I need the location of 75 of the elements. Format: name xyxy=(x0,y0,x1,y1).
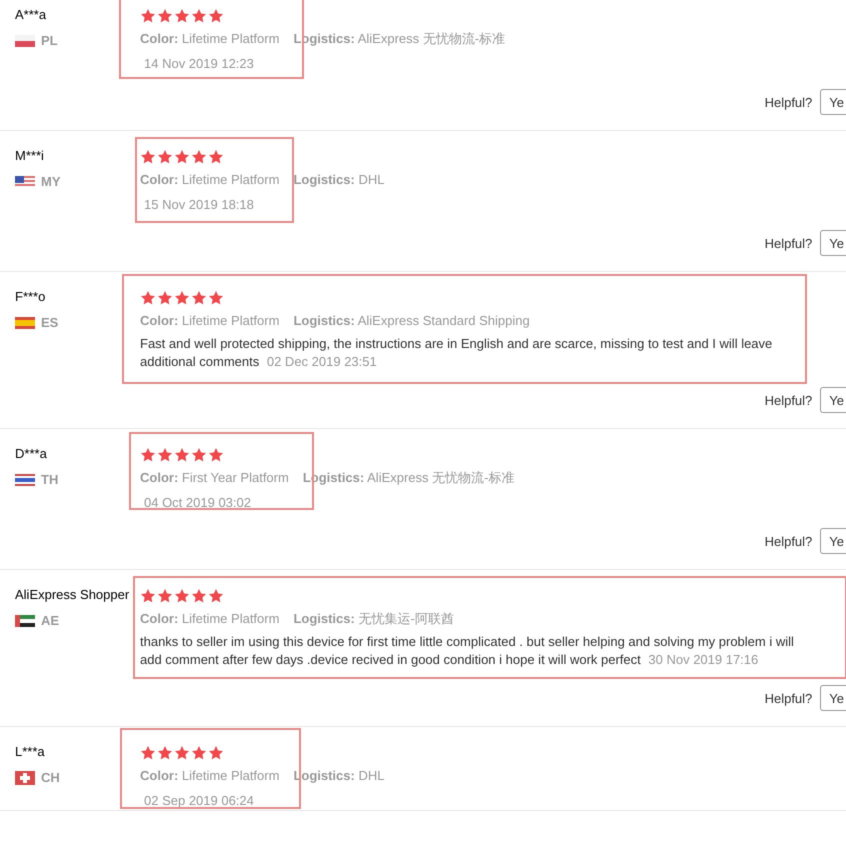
yes-button[interactable]: Ye xyxy=(820,230,846,256)
review-date: 02 Sep 2019 06:24 xyxy=(144,793,254,808)
product-attribute: Color: Lifetime Platform xyxy=(140,312,280,329)
helpful-label: Helpful? xyxy=(764,236,812,250)
star-icon xyxy=(208,8,224,24)
star-icon xyxy=(208,588,224,604)
star-icon xyxy=(140,745,156,761)
helpful-label: Helpful? xyxy=(764,392,812,408)
review-date: 14 Nov 2019 12:23 xyxy=(144,56,254,71)
yes-button[interactable]: Ye xyxy=(820,387,846,413)
review-date: 02 Dec 2019 23:51 xyxy=(266,354,377,369)
star-icon xyxy=(174,588,190,604)
star-icon xyxy=(174,745,190,761)
star-icon xyxy=(208,149,224,165)
helpful-label: Helpful? xyxy=(764,94,812,110)
star-icon xyxy=(140,588,156,604)
review-date: 04 Oct 2019 03:02 xyxy=(144,495,251,510)
star-icon xyxy=(191,8,207,24)
product-attribute: Color: First Year Platform xyxy=(140,469,289,486)
star-icon xyxy=(157,447,173,463)
star-icon xyxy=(157,8,173,24)
helpful-label: Helpful? xyxy=(764,534,812,548)
country-code: CH xyxy=(41,770,60,785)
yes-button[interactable]: Ye xyxy=(820,528,846,554)
flag-icon xyxy=(15,176,35,188)
star-icon xyxy=(174,447,190,463)
star-icon xyxy=(140,447,156,463)
star-icon xyxy=(191,745,207,761)
product-attribute: Logistics: AliExpress Standard Shipping xyxy=(293,312,530,329)
country-code: TH xyxy=(41,472,58,487)
flag-icon xyxy=(15,316,35,328)
product-attribute: Color: Lifetime Platform xyxy=(140,610,280,627)
star-icon xyxy=(191,290,207,306)
country-code: PL xyxy=(41,33,58,48)
reviewer-name: L***a xyxy=(15,743,46,761)
review-date: 15 Nov 2019 18:18 xyxy=(144,197,254,212)
star-icon xyxy=(191,149,207,165)
flag-icon xyxy=(15,770,35,784)
review-text: Fast and well protected shipping, the instructions are in English and are scarce, missing to test and I will leave additional comments 02 Dec 2019 23:51 xyxy=(140,335,774,371)
star-icon xyxy=(174,290,190,306)
star-icon xyxy=(174,8,190,24)
country-code: ES xyxy=(41,315,58,330)
reviewer-name: AliExpress Shopper xyxy=(15,586,130,604)
product-attribute: Logistics: 无忧集运-阿联酋 xyxy=(293,610,454,627)
star-icon xyxy=(140,8,156,24)
yes-button[interactable]: Ye xyxy=(820,685,846,711)
reviewer-name: A***a xyxy=(15,6,48,24)
yes-button[interactable]: Ye xyxy=(820,89,846,115)
star-icon xyxy=(208,745,224,761)
star-icon xyxy=(157,745,173,761)
review-text: thanks to seller im using this device for first time little complicated . but seller helping and solving my problem i will add comment after few days .device recived in good condition i hope it will work perfect 30 Nov 2019 17:16 xyxy=(140,633,795,669)
reviewer-name: F***o xyxy=(15,288,46,306)
star-icon xyxy=(191,588,207,604)
product-attribute: Color: Lifetime Platform xyxy=(140,767,280,784)
star-icon xyxy=(157,149,173,165)
flag-icon xyxy=(15,34,35,46)
flag-icon xyxy=(15,474,35,486)
star-icon xyxy=(140,290,156,306)
country-code: MY xyxy=(41,174,60,189)
star-icon xyxy=(208,447,224,463)
reviewer-name: D***a xyxy=(15,445,48,463)
star-icon xyxy=(191,447,207,463)
helpful-label: Helpful? xyxy=(764,690,812,706)
country-code: AE xyxy=(41,613,60,628)
flag-icon xyxy=(15,614,35,626)
star-icon xyxy=(140,149,156,165)
product-attribute: Color: Lifetime Platform xyxy=(140,30,280,47)
product-attribute: Logistics: DHL xyxy=(293,171,384,188)
product-attribute: Color: Lifetime Platform xyxy=(140,171,280,188)
star-icon xyxy=(208,290,224,306)
reviewer-name: M***i xyxy=(15,147,45,165)
star-icon xyxy=(174,149,190,165)
star-icon xyxy=(157,290,173,306)
review-date: 30 Nov 2019 17:16 xyxy=(648,652,758,667)
star-icon xyxy=(157,588,173,604)
